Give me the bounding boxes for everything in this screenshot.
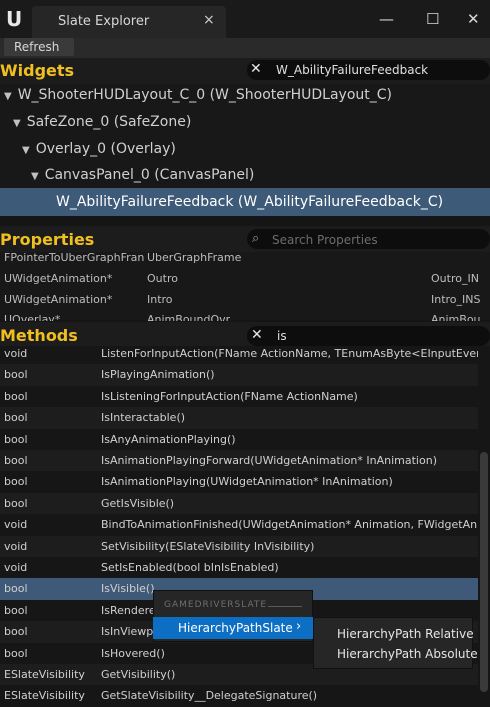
method-signature: IsAnimationPlaying(UWidgetAnimation* InA… [101,475,393,489]
method-return-type: bool [4,475,28,489]
widgets-search-input[interactable]: W_AbilityFailureFeedback [276,63,428,77]
expand-arrow-icon[interactable]: ▼ [4,84,12,110]
tab-title: Slate Explorer [58,14,150,29]
property-name: Outro [147,272,178,285]
expand-arrow-icon[interactable]: ▼ [31,164,39,190]
method-return-type: void [4,347,28,360]
method-signature: IsInteractable() [101,411,186,425]
method-return-type: bool [4,646,28,660]
method-signature: GetIsVisible() [101,496,175,510]
method-signature: SetIsEnabled(bool bInIsEnabled) [101,561,279,574]
expand-arrow-icon[interactable]: ▼ [22,138,30,164]
method-return-type: bool [4,454,28,467]
menu-item-hierarchypath-relative[interactable]: HierarchyPath Relative [337,627,474,641]
context-menu-divider [268,606,302,607]
properties-search-input[interactable]: Search Properties [272,233,378,247]
property-type: UOverlay* [4,313,61,321]
method-return-type: bool [4,625,28,639]
method-signature: GetSlateVisibility__DelegateSignature() [101,689,318,703]
maximize-icon[interactable]: ☐ [426,10,439,28]
chevron-right-icon: › [296,619,302,634]
refresh-button[interactable]: Refresh [4,38,74,56]
method-return-type: void [4,539,28,553]
method-signature: SetVisibility(ESlateVisibility InVisibil… [101,539,315,553]
method-signature: IsPlayingAnimation() [101,368,215,382]
method-return-type: bool [4,389,28,403]
menu-item-hierarchypath-absolute[interactable]: HierarchyPath Absolute [337,647,478,661]
method-return-type: ESlateVisibility [4,689,85,703]
method-return-type: bool [4,411,28,425]
property-value: AnimBou [431,313,481,321]
property-name: Intro [147,293,173,306]
properties-title: Properties [0,230,95,249]
methods-clear-search-icon[interactable]: ✕ [251,327,263,343]
property-value: Intro_INS [431,293,481,306]
method-return-type: bool [4,582,28,596]
tree-item-selected[interactable]: W_AbilityFailureFeedback (W_AbilityFailu… [56,189,443,215]
minimize-icon[interactable]: — [379,10,394,28]
method-return-type: ESlateVisibility [4,668,85,681]
methods-scrollbar[interactable] [480,452,488,692]
method-signature: IsAnyAnimationPlaying() [101,432,236,446]
search-icon: ⌕ [252,231,260,246]
property-name: AnimBoundOvr [147,313,231,321]
method-signature: IsListeningForInputAction(FName ActionNa… [101,389,358,403]
method-return-type: void [4,561,28,574]
methods-search-input[interactable]: is [277,329,287,343]
tab-close-icon[interactable]: × [203,12,215,28]
method-signature: IsAnimationPlayingForward(UWidgetAnimati… [101,454,437,467]
method-return-type: bool [4,432,28,446]
method-signature: GetVisibility() [101,668,176,681]
method-return-type: void [4,518,28,532]
property-name: UberGraphFrame [147,251,242,264]
expand-arrow-icon[interactable]: ▼ [13,111,21,137]
tree-item[interactable]: ▼ W_ShooterHUDLayout_C_0 (W_ShooterHUDLay… [4,82,392,108]
widgets-clear-search-icon[interactable]: ✕ [250,61,262,77]
widgets-title: Widgets [0,61,75,80]
method-return-type: bool [4,603,28,617]
tree-item[interactable]: ▼ SafeZone_0 (SafeZone) [13,109,191,135]
property-type: UWidgetAnimation* [4,293,113,306]
property-type: FPointerToUberGraphFran [4,251,145,264]
tree-item[interactable]: ▼ Overlay_0 (Overlay) [22,136,176,162]
method-return-type: bool [4,496,28,510]
menu-item-label: HierarchyPathSlate [178,621,293,635]
method-signature: ListenForInputAction(FName ActionName, T… [101,347,478,360]
tree-item[interactable]: ▼ CanvasPanel_0 (CanvasPanel) [31,162,254,188]
property-value: Outro_IN [431,272,479,285]
unreal-logo-icon: U [6,7,23,31]
context-menu-header: GAMEDRIVERSLATE [164,600,268,610]
property-type: UWidgetAnimation* [4,272,113,285]
submenu [313,617,473,669]
method-signature: BindToAnimationFinished(UWidgetAnimation… [101,518,478,532]
method-return-type: bool [4,368,28,382]
close-window-icon[interactable]: ✕ [467,10,480,28]
